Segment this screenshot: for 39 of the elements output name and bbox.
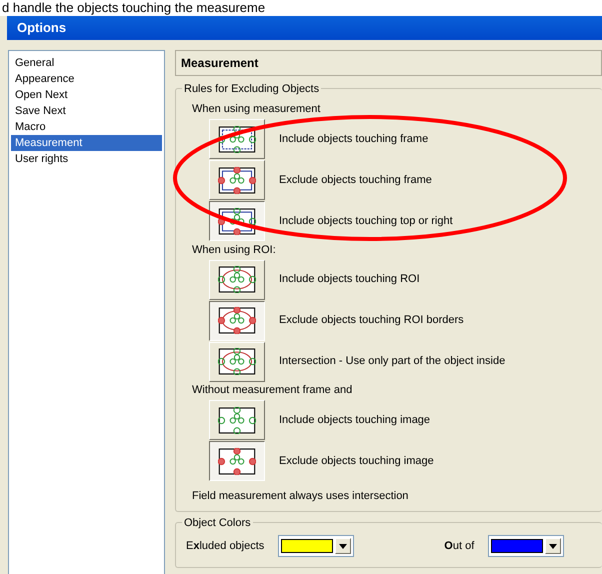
- option-label: Exclude objects touching frame: [279, 172, 432, 188]
- category-item[interactable]: User rights: [11, 151, 162, 167]
- color-dropdown[interactable]: [488, 535, 564, 557]
- group-title: Object Colors: [182, 515, 253, 532]
- section-heading: When using measurement: [192, 102, 322, 117]
- objects-frame-icon: [218, 266, 256, 293]
- category-item[interactable]: Save Next: [11, 103, 162, 119]
- objects-frame-icon: [218, 348, 256, 375]
- section-heading: When using ROI:: [192, 242, 277, 258]
- page-header: Measurement: [175, 50, 602, 76]
- caret-icon: [339, 544, 348, 548]
- category-item[interactable]: General: [11, 55, 162, 71]
- objects-frame-icon: [218, 448, 256, 474]
- option-label: Include objects touching ROI: [279, 272, 420, 288]
- rule-option-button[interactable]: [209, 300, 265, 340]
- option-label: Exclude objects touching image: [279, 454, 434, 469]
- picker-label: Exluded objects: [186, 538, 264, 554]
- section-heading: Without measurement frame and: [192, 383, 354, 398]
- option-label: Intersection - Use only part of the object inside: [279, 354, 506, 370]
- objects-frame-icon: [218, 406, 256, 434]
- caret-icon: [549, 544, 558, 548]
- window-title: Options: [7, 16, 602, 40]
- category-item[interactable]: Macro: [11, 119, 162, 135]
- category-item[interactable]: Appearence: [11, 71, 162, 87]
- caption-text: d handle the objects touching the measureme: [2, 0, 266, 15]
- option-label: Include objects touching top or right: [279, 214, 453, 229]
- rule-option-button[interactable]: [209, 201, 265, 241]
- picker-label: Out of: [444, 538, 474, 554]
- option-label: Include objects touching image: [279, 412, 430, 428]
- option-label: Include objects touching frame: [279, 132, 428, 147]
- objects-frame-icon: [218, 166, 256, 194]
- group-title: Rules for Excluding Objects: [182, 81, 322, 98]
- category-item[interactable]: Open Next: [11, 87, 162, 103]
- category-item[interactable]: Measurement: [11, 135, 162, 151]
- option-label: Exclude objects touching ROI borders: [279, 313, 464, 328]
- color-dropdown[interactable]: [278, 535, 354, 557]
- rule-option-button[interactable]: [209, 441, 265, 481]
- note-text: Field measurement always uses intersection: [192, 488, 410, 504]
- objects-frame-icon: [218, 307, 256, 334]
